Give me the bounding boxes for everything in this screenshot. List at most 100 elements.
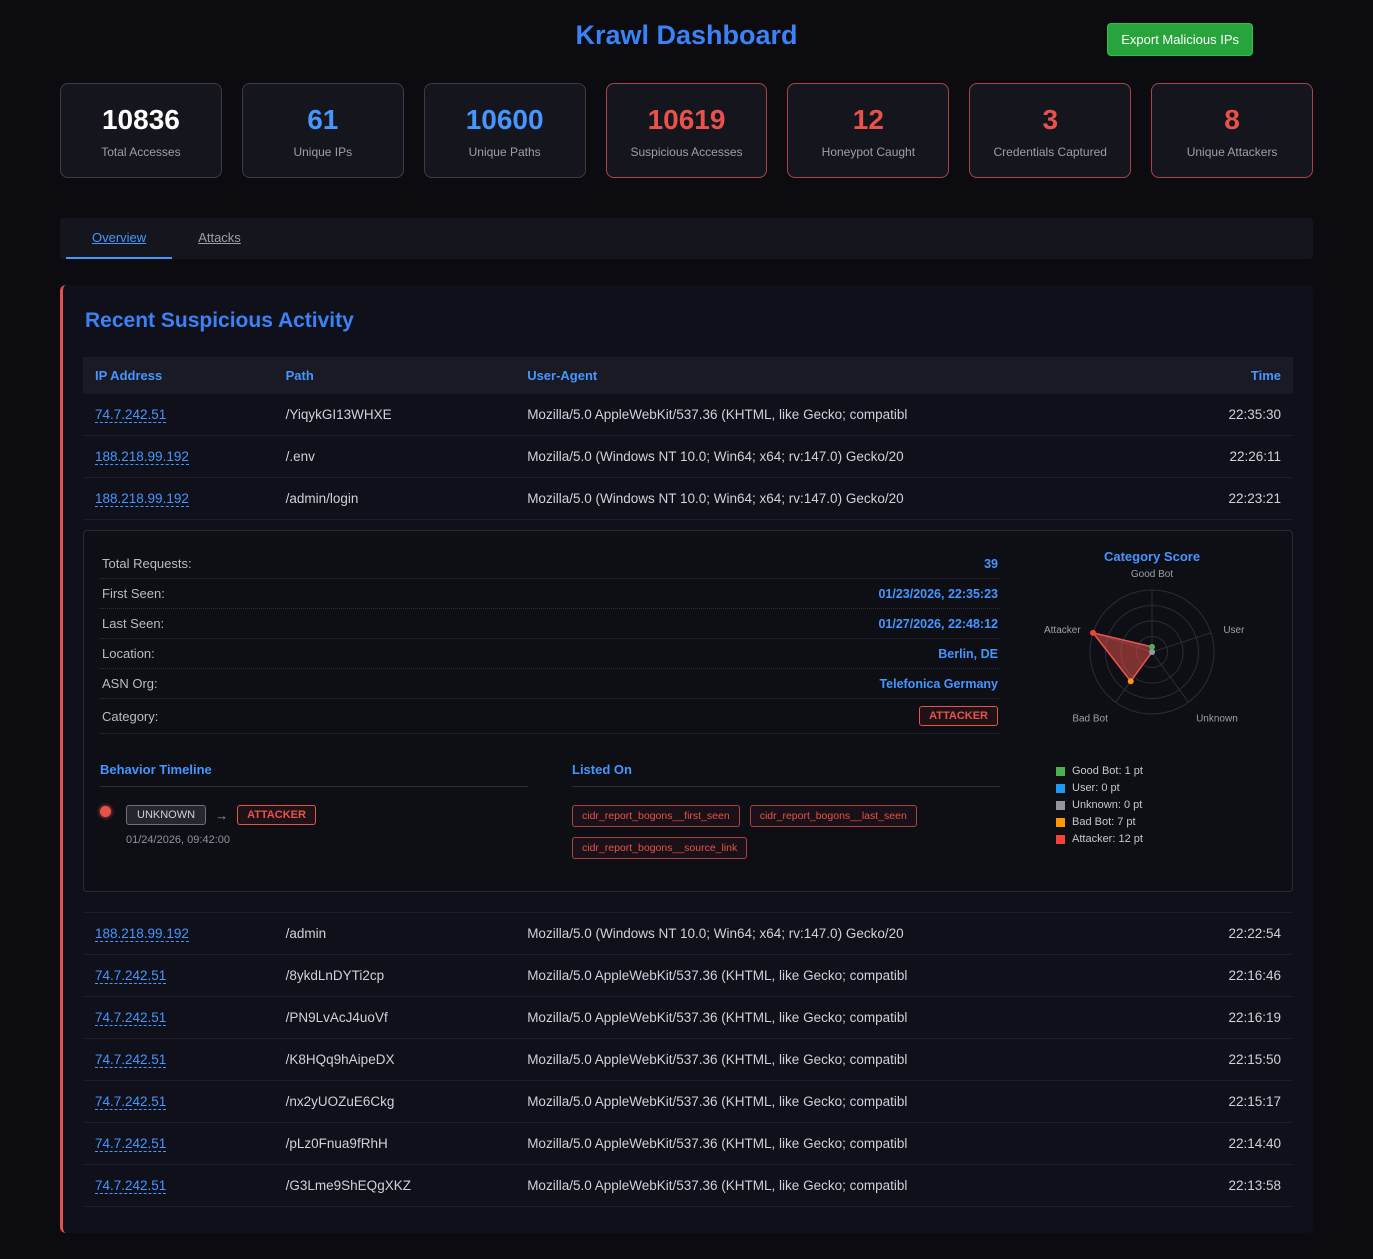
- column-header-user-agent: User-Agent: [515, 357, 1169, 394]
- stat-card-credentials-captured: 3Credentials Captured: [969, 83, 1131, 178]
- export-malicious-ips-button[interactable]: Export Malicious IPs: [1107, 23, 1253, 56]
- stat-value: 3: [976, 104, 1124, 136]
- suspicious-activity-table: IP AddressPathUser-AgentTime 74.7.242.51…: [83, 357, 1293, 1207]
- ip-link[interactable]: 74.7.242.51: [95, 968, 166, 984]
- timeline-dot-icon: [100, 806, 111, 817]
- ip-link[interactable]: 74.7.242.51: [95, 1094, 166, 1110]
- table-row[interactable]: 74.7.242.51/YiqykGI13WHXEMozilla/5.0 App…: [83, 394, 1293, 436]
- stat-card-unique-paths: 10600Unique Paths: [424, 83, 586, 178]
- page-header: Krawl Dashboard Export Malicious IPs: [60, 0, 1313, 51]
- ip-link[interactable]: 74.7.242.51: [95, 1052, 166, 1068]
- cell-user-agent: Mozilla/5.0 (Windows NT 10.0; Win64; x64…: [515, 436, 1169, 478]
- cell-time: 22:16:19: [1169, 997, 1293, 1039]
- table-row[interactable]: 74.7.242.51/G3Lme9ShEQgXKZMozilla/5.0 Ap…: [83, 1165, 1293, 1207]
- cell-user-agent: Mozilla/5.0 (Windows NT 10.0; Win64; x64…: [515, 913, 1169, 955]
- table-row[interactable]: 74.7.242.51/K8HQq9hAipeDXMozilla/5.0 App…: [83, 1039, 1293, 1081]
- cell-ip: 74.7.242.51: [83, 394, 274, 436]
- category-badge: ATTACKER: [919, 706, 998, 726]
- cell-user-agent: Mozilla/5.0 AppleWebKit/537.36 (KHTML, l…: [515, 1123, 1169, 1165]
- cell-user-agent: Mozilla/5.0 (Windows NT 10.0; Win64; x64…: [515, 478, 1169, 520]
- blocklist-badge[interactable]: cidr_report_bogons__first_seen: [572, 805, 740, 827]
- cell-user-agent: Mozilla/5.0 AppleWebKit/537.36 (KHTML, l…: [515, 1165, 1169, 1207]
- cell-path: /8ykdLnDYTi2cp: [274, 955, 516, 997]
- detail-field-total-requests: Total Requests: 39: [100, 549, 1000, 579]
- blocklist-badge[interactable]: cidr_report_bogons__last_seen: [750, 805, 917, 827]
- cell-path: /nx2yUOZuE6Ckg: [274, 1081, 516, 1123]
- table-row[interactable]: 74.7.242.51/8ykdLnDYTi2cpMozilla/5.0 App…: [83, 955, 1293, 997]
- stat-value: 10600: [431, 104, 579, 136]
- table-row[interactable]: 188.218.99.192/adminMozilla/5.0 (Windows…: [83, 913, 1293, 955]
- cell-ip: 74.7.242.51: [83, 997, 274, 1039]
- column-header-ip-address: IP Address: [83, 357, 274, 394]
- table-row[interactable]: 188.218.99.192 /.envMozilla/5.0 (Windows …: [83, 436, 1293, 478]
- field-value: Berlin, DE: [938, 647, 998, 661]
- field-value: 01/23/2026, 22:35:23: [878, 587, 998, 601]
- ip-link[interactable]: 74.7.242.51: [95, 1010, 166, 1026]
- category-score-section: Category Score Good BotUserUnknownBad Bo…: [1028, 549, 1276, 869]
- cell-ip: 188.218.99.192: [83, 478, 274, 520]
- ip-link[interactable]: 74.7.242.51: [95, 1136, 166, 1152]
- cell-user-agent: Mozilla/5.0 AppleWebKit/537.36 (KHTML, l…: [515, 1039, 1169, 1081]
- behavior-timeline: Behavior Timeline UNKNOWN → ATTACKER: [100, 762, 528, 869]
- stat-value: 12: [794, 104, 942, 136]
- cell-ip: 74.7.242.51: [83, 1081, 274, 1123]
- table-row[interactable]: 74.7.242.51/nx2yUOZuE6CkgMozilla/5.0 App…: [83, 1081, 1293, 1123]
- arrow-right-icon: →: [215, 808, 228, 823]
- cell-time: 22:15:50: [1169, 1039, 1293, 1081]
- ip-link[interactable]: 188.218.99.192: [95, 926, 189, 942]
- detail-section: Total Requests: 39 First Seen: 01/23/202…: [83, 520, 1293, 913]
- radar-legend-item: Attacker: 12 pt: [1056, 833, 1276, 845]
- panel-title: Recent Suspicious Activity: [85, 309, 1313, 333]
- timeline-to-badge: ATTACKER: [237, 805, 316, 825]
- table-row[interactable]: 74.7.242.51/PN9LvAcJ4uoVfMozilla/5.0 App…: [83, 997, 1293, 1039]
- detail-field-asn-org: ASN Org: Telefonica Germany: [100, 669, 1000, 699]
- radar-legend-item: Bad Bot: 7 pt: [1056, 816, 1276, 828]
- cell-user-agent: Mozilla/5.0 AppleWebKit/537.36 (KHTML, l…: [515, 394, 1169, 436]
- field-label: First Seen:: [102, 586, 165, 601]
- ip-link[interactable]: 74.7.242.51: [95, 1178, 166, 1194]
- stat-value: 61: [249, 104, 397, 136]
- ip-detail-fields: Total Requests: 39 First Seen: 01/23/202…: [100, 549, 1028, 869]
- radar-legend-item: Good Bot: 1 pt: [1056, 765, 1276, 777]
- svg-text:Attacker: Attacker: [1044, 625, 1081, 636]
- stat-card-total-accesses: 10836Total Accesses: [60, 83, 222, 178]
- cell-ip: 74.7.242.51: [83, 1165, 274, 1207]
- cell-path: /admin/login: [274, 478, 516, 520]
- krawl-dashboard: Krawl Dashboard Export Malicious IPs 108…: [0, 0, 1373, 1233]
- table-row[interactable]: 188.218.99.192/admin/loginMozilla/5.0 (W…: [83, 478, 1293, 520]
- field-value: Telefonica Germany: [879, 677, 998, 691]
- ip-link[interactable]: 188.218.99.192: [95, 491, 189, 507]
- cell-path: /YiqykGI13WHXE: [274, 394, 516, 436]
- tab-overview[interactable]: Overview: [66, 218, 172, 259]
- detail-field-location: Location: Berlin, DE: [100, 639, 1000, 669]
- legend-swatch-icon: [1056, 801, 1065, 810]
- svg-text:Bad Bot: Bad Bot: [1072, 714, 1108, 725]
- ip-link[interactable]: 74.7.242.51: [95, 407, 166, 423]
- stat-label: Suspicious Accesses: [613, 145, 761, 159]
- blocklist-badge[interactable]: cidr_report_bogons__source_link: [572, 837, 747, 859]
- cell-path: /G3Lme9ShEQgXKZ: [274, 1165, 516, 1207]
- cell-ip: 74.7.242.51: [83, 1039, 274, 1081]
- legend-label: User: 0 pt: [1072, 782, 1120, 794]
- legend-swatch-icon: [1056, 835, 1065, 844]
- cell-path: /admin: [274, 913, 516, 955]
- radar-legend-item: User: 0 pt: [1056, 782, 1276, 794]
- ip-link[interactable]: 188.218.99.192: [95, 449, 189, 465]
- legend-label: Bad Bot: 7 pt: [1072, 816, 1136, 828]
- tab-attacks[interactable]: Attacks: [172, 218, 267, 259]
- stat-card-unique-attackers: 8Unique Attackers: [1151, 83, 1313, 178]
- table-row[interactable]: 74.7.242.51/pLz0Fnua9fRhHMozilla/5.0 App…: [83, 1123, 1293, 1165]
- svg-text:Unknown: Unknown: [1196, 714, 1238, 725]
- listed-on-badges: cidr_report_bogons__first_seen cidr_repo…: [572, 805, 1000, 869]
- legend-swatch-icon: [1056, 784, 1065, 793]
- field-label: Location:: [102, 646, 155, 661]
- svg-text:Good Bot: Good Bot: [1131, 569, 1173, 580]
- radar-svg: Good BotUserUnknownBad BotAttacker: [1028, 566, 1276, 750]
- cell-time: 22:16:46: [1169, 955, 1293, 997]
- stat-card-honeypot-caught: 12Honeypot Caught: [787, 83, 949, 178]
- category-score-radar-chart: Good BotUserUnknownBad BotAttacker: [1028, 566, 1276, 753]
- cell-time: 22:13:58: [1169, 1165, 1293, 1207]
- cell-path: /.env: [274, 436, 516, 478]
- cell-ip: 188.218.99.192: [83, 436, 274, 478]
- cell-time: 22:15:17: [1169, 1081, 1293, 1123]
